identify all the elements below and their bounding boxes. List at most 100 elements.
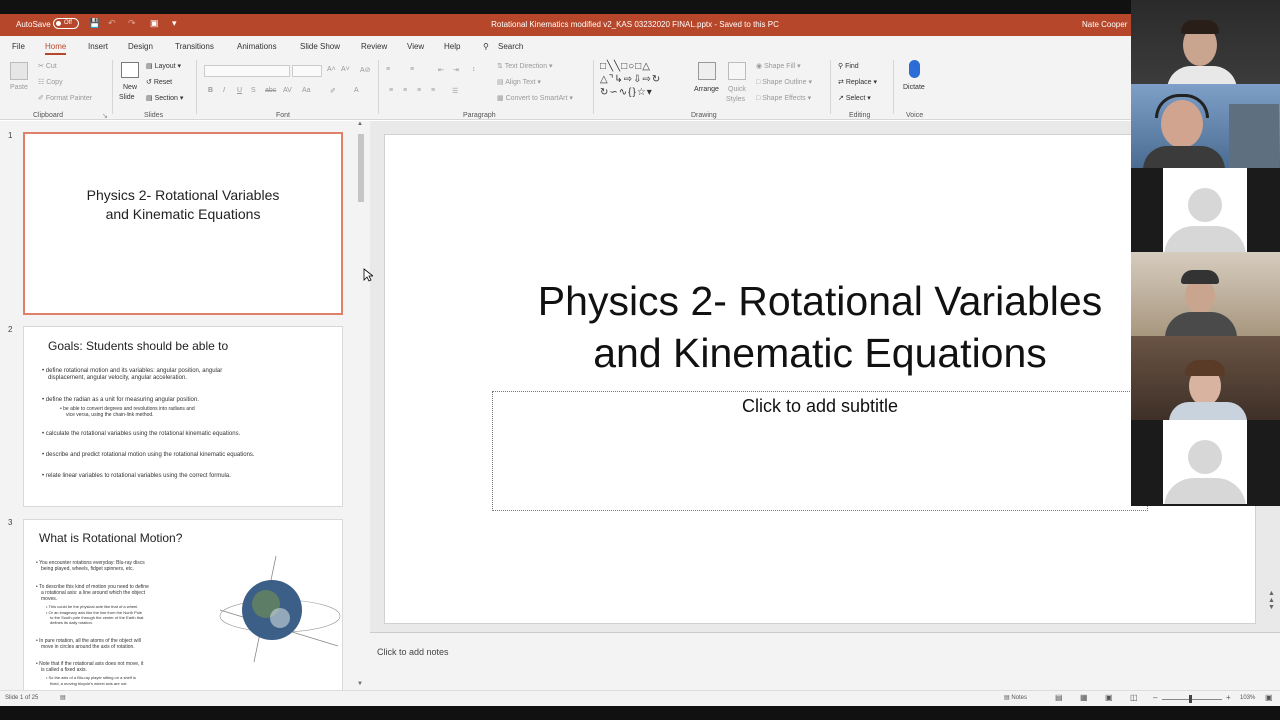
bold-icon[interactable]: B xyxy=(208,87,213,94)
normal-view-icon[interactable]: ▤ xyxy=(1055,693,1063,702)
new-slide-label-2[interactable]: Slide xyxy=(119,94,135,101)
quick-styles-button[interactable]: Quick xyxy=(728,86,746,93)
shape-effects-button[interactable]: □ Shape Effects ▾ xyxy=(756,94,811,102)
numbering-icon[interactable]: ≡ xyxy=(410,66,414,73)
arrange-icon[interactable] xyxy=(698,62,716,80)
italic-icon[interactable]: I xyxy=(223,87,225,94)
section-button[interactable]: ▤ Section ▾ xyxy=(146,94,183,102)
arrange-button[interactable]: Arrange xyxy=(694,86,719,93)
decrease-font-icon[interactable]: A˅ xyxy=(341,66,350,73)
scroll-up-icon[interactable]: ▲ xyxy=(357,121,363,127)
shape-outline-button[interactable]: □ Shape Outline ▾ xyxy=(756,78,812,86)
microphone-icon[interactable] xyxy=(909,60,920,78)
clear-formatting-icon[interactable]: A⊘ xyxy=(360,66,371,74)
columns-icon[interactable]: ☰ xyxy=(452,87,458,95)
new-slide-label[interactable]: New xyxy=(123,84,137,91)
participant-video-2[interactable] xyxy=(1131,84,1280,168)
format-painter-button[interactable]: ✐ Format Painter xyxy=(38,94,92,102)
slide-canvas[interactable] xyxy=(384,134,1256,624)
reset-button[interactable]: ↺ Reset xyxy=(146,78,172,86)
separator xyxy=(893,60,894,114)
user-name[interactable]: Nate Cooper xyxy=(1082,20,1127,29)
slide-title[interactable]: Physics 2- Rotational Variables and Kine… xyxy=(492,275,1148,379)
underline-icon[interactable]: U xyxy=(237,87,242,94)
tab-help[interactable]: Help xyxy=(444,42,460,51)
quick-styles-icon[interactable] xyxy=(728,62,746,80)
shape-fill-button[interactable]: ◉ Shape Fill ▾ xyxy=(756,62,801,70)
change-case-icon[interactable]: Aa xyxy=(302,87,311,94)
zoom-out-icon[interactable]: – xyxy=(1153,693,1157,702)
tab-view[interactable]: View xyxy=(407,42,424,51)
align-text-button[interactable]: ▤ Align Text ▾ xyxy=(497,78,541,86)
tab-file[interactable]: File xyxy=(12,42,25,51)
participant-video-1[interactable] xyxy=(1131,0,1280,84)
zoom-slider[interactable] xyxy=(1162,699,1222,700)
strikethrough-icon[interactable]: abc xyxy=(265,87,276,94)
editor-scrollbar[interactable]: ▲ ▲ ▼ xyxy=(1268,590,1280,630)
zoom-slider-thumb[interactable] xyxy=(1189,695,1192,703)
thumbnail-scrollbar-thumb[interactable] xyxy=(358,134,364,202)
reading-view-icon[interactable]: ▣ xyxy=(1105,693,1113,702)
tab-home[interactable]: Home xyxy=(45,42,67,55)
tab-animations[interactable]: Animations xyxy=(237,42,277,51)
copy-button[interactable]: ☷ Copy xyxy=(38,78,63,86)
increase-font-icon[interactable]: A˄ xyxy=(327,66,336,73)
slide-thumbnail-3[interactable]: What is Rotational Motion? • You encount… xyxy=(23,519,343,690)
paste-button[interactable]: Paste xyxy=(10,84,28,91)
tab-slide-show[interactable]: Slide Show xyxy=(300,42,340,51)
tab-review[interactable]: Review xyxy=(361,42,387,51)
fit-to-window-icon[interactable]: ▣ xyxy=(1265,693,1273,702)
participant-video-4[interactable] xyxy=(1131,252,1280,336)
convert-smartart-button[interactable]: ▦ Convert to SmartArt ▾ xyxy=(497,94,573,102)
new-slide-icon[interactable] xyxy=(121,62,139,78)
participant-video-3-off[interactable] xyxy=(1131,168,1280,252)
next-slide-icon[interactable]: ▼ xyxy=(1268,604,1280,611)
shapes-gallery[interactable]: □╲╲□○□△ △⌝↳⇨⇩⇨↻ ↻∽∿{}☆▾ xyxy=(600,60,661,99)
notes-pane[interactable]: Click to add notes xyxy=(370,632,1280,690)
text-direction-button[interactable]: ⇅ Text Direction ▾ xyxy=(497,62,553,70)
layout-button[interactable]: ▤ Layout ▾ xyxy=(146,62,181,70)
prev-slide-icon[interactable]: ▲ xyxy=(1268,597,1280,604)
align-right-icon[interactable]: ≡ xyxy=(417,87,421,94)
slideshow-view-icon[interactable]: ◫ xyxy=(1130,693,1138,702)
dictate-button[interactable]: Dictate xyxy=(903,84,925,91)
find-button[interactable]: ⚲ Find xyxy=(838,62,859,70)
thumbnail-scrollbar[interactable]: ▲ ▼ xyxy=(356,121,366,690)
bullets-icon[interactable]: ≡ xyxy=(386,66,390,73)
slide-thumbnail-2[interactable]: Goals: Students should be able to • defi… xyxy=(23,326,343,507)
increase-indent-icon[interactable]: ⇥ xyxy=(453,66,459,74)
paste-icon[interactable] xyxy=(10,62,28,80)
decrease-indent-icon[interactable]: ⇤ xyxy=(438,66,444,74)
slide-sorter-icon[interactable]: ▦ xyxy=(1080,693,1088,702)
scroll-up-icon[interactable]: ▲ xyxy=(1268,590,1280,597)
avatar-placeholder xyxy=(1163,420,1247,504)
highlight-icon[interactable]: ✐ xyxy=(330,87,336,95)
shadow-icon[interactable]: S xyxy=(251,87,256,94)
search-box[interactable]: Search xyxy=(498,42,523,51)
replace-button[interactable]: ⇄ Replace ▾ xyxy=(838,78,877,86)
zoom-level[interactable]: 103% xyxy=(1240,695,1255,701)
line-spacing-icon[interactable]: ↕ xyxy=(472,66,476,73)
participant-video-6-off[interactable] xyxy=(1131,420,1280,504)
tab-insert[interactable]: Insert xyxy=(88,42,108,51)
participant-video-5[interactable] xyxy=(1131,336,1280,420)
font-color-icon[interactable]: A xyxy=(354,87,359,94)
tab-design[interactable]: Design xyxy=(128,42,153,51)
subtitle-placeholder[interactable]: Click to add subtitle xyxy=(492,391,1148,511)
slide-thumbnail-1[interactable]: Physics 2- Rotational Variables and Kine… xyxy=(23,132,343,315)
font-family-select[interactable] xyxy=(204,65,290,77)
tab-transitions[interactable]: Transitions xyxy=(175,42,214,51)
zoom-in-icon[interactable]: + xyxy=(1226,693,1231,702)
cut-button[interactable]: ✂ Cut xyxy=(38,62,57,70)
accessibility-icon[interactable]: ▤ xyxy=(60,694,66,701)
char-spacing-icon[interactable]: AV xyxy=(283,87,292,94)
scroll-down-icon[interactable]: ▼ xyxy=(357,681,363,687)
search-icon[interactable]: ⚲ xyxy=(483,42,489,51)
clipboard-launcher-icon[interactable]: ↘ xyxy=(102,112,108,120)
justify-icon[interactable]: ≡ xyxy=(431,87,435,94)
align-left-icon[interactable]: ≡ xyxy=(389,87,393,94)
align-center-icon[interactable]: ≡ xyxy=(403,87,407,94)
font-size-select[interactable] xyxy=(292,65,322,77)
notes-toggle-button[interactable]: ▤ Notes xyxy=(1004,694,1027,701)
select-button[interactable]: ↗ Select ▾ xyxy=(838,94,871,102)
